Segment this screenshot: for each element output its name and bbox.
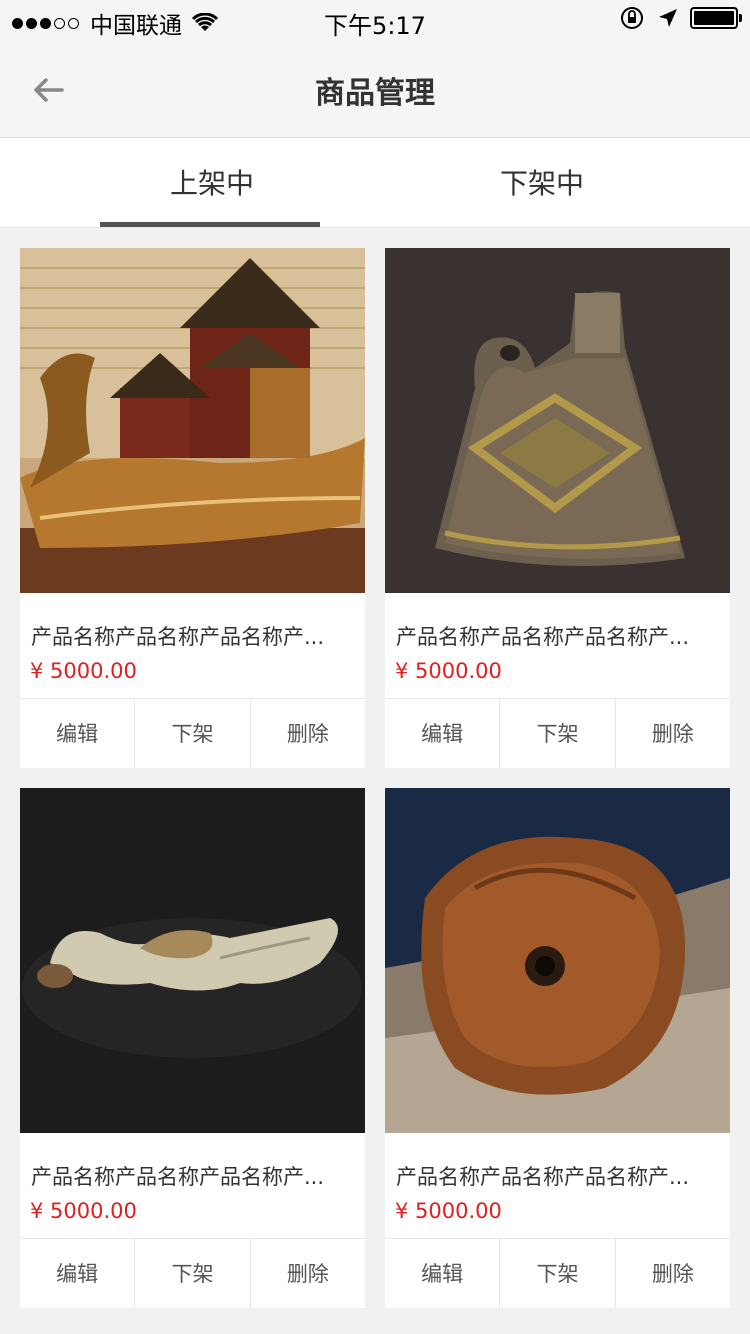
edit-button[interactable]: 编辑 bbox=[20, 1239, 136, 1308]
product-price: ¥ 5000.00 bbox=[395, 1199, 502, 1223]
product-actions: 编辑 下架 删除 bbox=[385, 1238, 730, 1308]
tab-indicator bbox=[100, 222, 320, 227]
tab-unlisted[interactable]: 下架中 bbox=[500, 162, 584, 202]
unlist-button[interactable]: 下架 bbox=[135, 1239, 251, 1308]
dragon-boat-image bbox=[20, 248, 365, 593]
product-price: ¥ 5000.00 bbox=[30, 1199, 137, 1223]
delete-button[interactable]: 删除 bbox=[616, 699, 730, 768]
product-card[interactable]: 产品名称产品名称产品名称产... ¥ 5000.00 编辑 下架 删除 bbox=[385, 248, 730, 768]
status-right bbox=[620, 6, 742, 30]
product-image[interactable] bbox=[20, 248, 365, 593]
product-price: ¥ 5000.00 bbox=[395, 659, 502, 683]
unlist-button[interactable]: 下架 bbox=[135, 699, 251, 768]
product-card[interactable]: 产品名称产品名称产品名称产... ¥ 5000.00 编辑 下架 删除 bbox=[385, 788, 730, 1308]
product-image[interactable] bbox=[385, 248, 730, 593]
bronze-vessel-image bbox=[385, 248, 730, 593]
product-image[interactable] bbox=[20, 788, 365, 1133]
edit-button[interactable]: 编辑 bbox=[385, 1239, 501, 1308]
rotation-lock-icon bbox=[621, 7, 643, 29]
page-title: 商品管理 bbox=[315, 76, 435, 111]
product-card[interactable]: 产品名称产品名称产品名称产... ¥ 5000.00 编辑 下架 删除 bbox=[20, 248, 365, 768]
edit-button[interactable]: 编辑 bbox=[385, 699, 501, 768]
product-name: 产品名称产品名称产品名称产... bbox=[31, 1165, 325, 1189]
tab-listed[interactable]: 上架中 bbox=[170, 162, 254, 202]
stone-disc-image bbox=[385, 788, 730, 1133]
battery-icon bbox=[690, 7, 742, 29]
product-actions: 编辑 下架 删除 bbox=[385, 698, 730, 768]
product-price: ¥ 5000.00 bbox=[30, 659, 137, 683]
jade-pendant-image bbox=[20, 788, 365, 1133]
product-actions: 编辑 下架 删除 bbox=[20, 1238, 365, 1308]
nav-bar: 商品管理 bbox=[0, 40, 750, 138]
unlist-button[interactable]: 下架 bbox=[500, 699, 616, 768]
product-name: 产品名称产品名称产品名称产... bbox=[396, 1165, 690, 1189]
product-actions: 编辑 下架 删除 bbox=[20, 698, 365, 768]
status-bar: 中国联通 下午5:17 bbox=[0, 0, 750, 40]
unlist-button[interactable]: 下架 bbox=[500, 1239, 616, 1308]
product-card[interactable]: 产品名称产品名称产品名称产... ¥ 5000.00 编辑 下架 删除 bbox=[20, 788, 365, 1308]
product-name: 产品名称产品名称产品名称产... bbox=[396, 625, 690, 649]
edit-button[interactable]: 编辑 bbox=[20, 699, 136, 768]
delete-button[interactable]: 删除 bbox=[251, 1239, 365, 1308]
delete-button[interactable]: 删除 bbox=[616, 1239, 730, 1308]
tab-bar: 上架中 下架中 bbox=[0, 138, 750, 228]
delete-button[interactable]: 删除 bbox=[251, 699, 365, 768]
product-name: 产品名称产品名称产品名称产... bbox=[31, 625, 325, 649]
product-image[interactable] bbox=[385, 788, 730, 1133]
location-arrow-icon bbox=[659, 9, 677, 27]
